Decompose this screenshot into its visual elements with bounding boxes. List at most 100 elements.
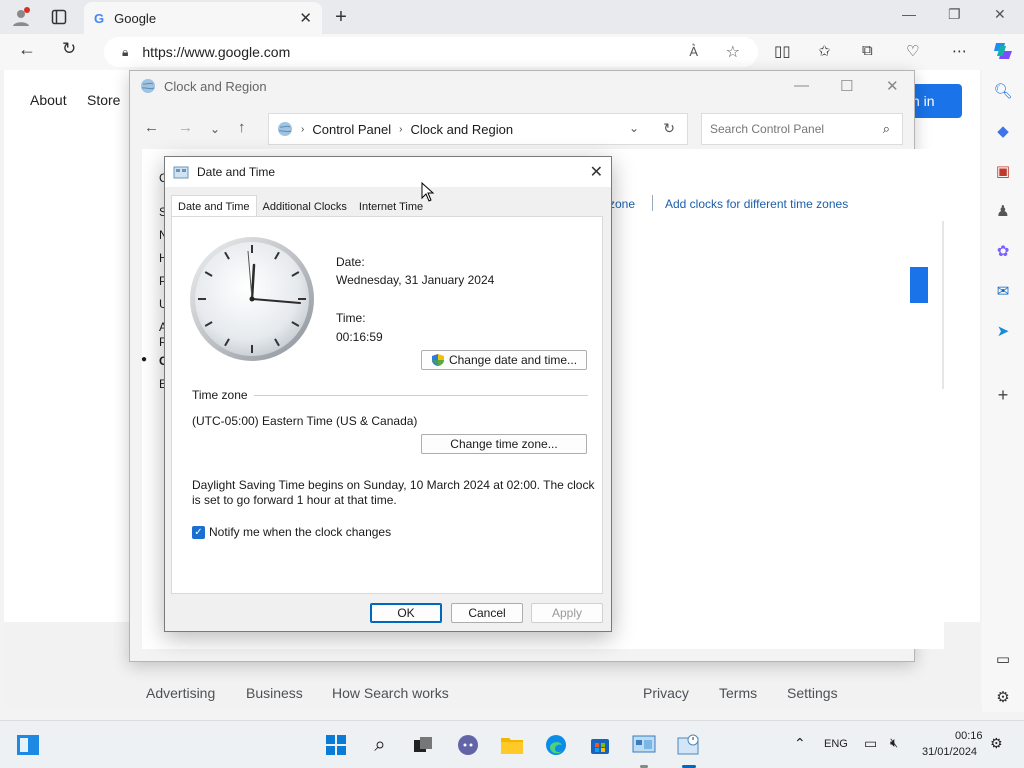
- cp-close-icon[interactable]: ✕: [886, 77, 899, 95]
- date-time-app-icon: [173, 166, 189, 179]
- dialog-close-icon[interactable]: ✕: [590, 162, 603, 182]
- tab-title: Google: [114, 10, 157, 26]
- notification-icon[interactable]: ⚙︎: [990, 735, 1003, 752]
- read-aloud-icon[interactable]: A͛: [689, 44, 698, 59]
- cp-minimize-icon[interactable]: —: [794, 77, 809, 94]
- tab-google[interactable]: G Google ✕: [84, 2, 322, 34]
- outlook-icon[interactable]: ✉: [992, 280, 1014, 302]
- address-bar[interactable]: 🔒︎ https://www.google.com A͛ ☆: [104, 37, 758, 67]
- cancel-button[interactable]: Cancel: [451, 603, 523, 623]
- breadcrumb-control-panel[interactable]: Control Panel: [312, 122, 391, 137]
- split-screen-icon[interactable]: ▯▯: [774, 42, 791, 60]
- cp-refresh-icon[interactable]: ↻: [663, 120, 675, 137]
- dialog-titlebar: Date and Time: [165, 157, 611, 187]
- sidebar-settings-gear-icon[interactable]: ⚙: [992, 686, 1014, 708]
- tab-actions-icon[interactable]: [48, 6, 70, 28]
- add-sidebar-app-icon[interactable]: +: [992, 384, 1014, 406]
- copilot-icon[interactable]: [992, 40, 1014, 66]
- start-windows-icon[interactable]: [324, 733, 348, 757]
- games-icon[interactable]: ♟: [992, 200, 1014, 222]
- file-explorer-icon[interactable]: [500, 733, 524, 757]
- sign-in-label: n in: [912, 93, 935, 109]
- breadcrumb-separator-icon: ›: [301, 123, 305, 135]
- microsoft-store-icon[interactable]: [588, 733, 612, 757]
- notify-label: Notify me when the clock changes: [209, 525, 392, 539]
- footer-privacy-link[interactable]: Privacy: [643, 685, 689, 701]
- favorites-icon[interactable]: ✩: [818, 42, 831, 60]
- tab-date-and-time[interactable]: Date and Time: [171, 195, 257, 217]
- cp-recent-chevron-icon[interactable]: ⌄: [210, 122, 220, 136]
- notify-checkbox[interactable]: ✓: [192, 526, 205, 539]
- profile-avatar-icon[interactable]: [10, 6, 32, 28]
- cp-search-icon[interactable]: ⌕: [883, 121, 890, 137]
- ok-button[interactable]: OK: [370, 603, 442, 623]
- date-time-taskbar-icon[interactable]: [676, 733, 700, 757]
- address-dropdown-icon[interactable]: ⌄: [629, 121, 639, 135]
- minimize-icon[interactable]: —: [902, 6, 916, 22]
- nav-about-link[interactable]: About: [30, 92, 67, 108]
- close-window-icon[interactable]: ✕: [994, 6, 1006, 23]
- footer-terms-link[interactable]: Terms: [719, 685, 757, 701]
- taskbar-clock-date[interactable]: 31/01/2024: [922, 746, 977, 758]
- cp-search-input[interactable]: Search Control Panel ⌕: [701, 113, 903, 145]
- footer-advertising-link[interactable]: Advertising: [146, 685, 215, 701]
- cp-link-timezone-partial[interactable]: zone: [609, 197, 635, 211]
- cp-forward-icon[interactable]: →: [178, 119, 193, 136]
- cp-link-add-clocks[interactable]: Add clocks for different time zones: [665, 197, 848, 211]
- back-arrow-icon[interactable]: ←: [18, 39, 36, 60]
- breadcrumb-clock-region[interactable]: Clock and Region: [410, 122, 513, 137]
- microsoft-365-icon[interactable]: ✿: [992, 240, 1014, 262]
- change-date-time-label: Change date and time...: [448, 353, 578, 367]
- sidebar-toggle-icon[interactable]: ▭: [992, 648, 1014, 670]
- edge-sidebar: 🔍︎ ◆ ▣ ♟ ✿ ✉ ➤ + ▭ ⚙: [982, 70, 1024, 712]
- browser-toolbar: ← ↻ 🔒︎ https://www.google.com A͛ ☆ ▯▯ ✩ …: [0, 34, 1024, 70]
- drop-send-icon[interactable]: ➤: [992, 320, 1014, 342]
- sign-in-button[interactable]: n in: [910, 84, 962, 118]
- change-time-zone-button[interactable]: Change time zone...: [421, 434, 587, 454]
- control-panel-titlebar: Clock and Region: [140, 78, 267, 94]
- tab-internet-time[interactable]: Internet Time: [353, 197, 429, 217]
- language-indicator[interactable]: ENG: [824, 738, 848, 750]
- change-date-time-button[interactable]: Change date and time...: [421, 350, 587, 370]
- collections-icon[interactable]: ⧉: [862, 42, 873, 59]
- cp-address-bar[interactable]: › Control Panel › Clock and Region ⌄ ↻: [268, 113, 688, 145]
- breadcrumb-separator-icon: ›: [399, 123, 403, 135]
- close-tab-icon[interactable]: ✕: [299, 9, 312, 27]
- search-icon[interactable]: 🔍︎: [992, 80, 1014, 102]
- widgets-icon[interactable]: [16, 733, 40, 757]
- tools-briefcase-icon[interactable]: ▣: [992, 160, 1014, 182]
- mouse-cursor-icon: [421, 182, 435, 202]
- current-item-bullet-icon: ●: [141, 354, 148, 365]
- new-tab-icon[interactable]: +: [330, 6, 352, 28]
- refresh-icon[interactable]: ↻: [62, 39, 76, 59]
- cp-up-icon[interactable]: ↑: [238, 119, 246, 136]
- dst-text-line2: is set to go forward 1 hour at that time…: [192, 493, 397, 507]
- performance-icon[interactable]: ♡: [906, 42, 919, 60]
- taskbar-search-icon[interactable]: ⌕: [368, 733, 392, 757]
- footer-business-link[interactable]: Business: [246, 685, 303, 701]
- volume-muted-icon[interactable]: 🔇︎: [890, 735, 898, 751]
- nav-store-link[interactable]: Store: [87, 92, 120, 108]
- tab-additional-clocks[interactable]: Additional Clocks: [257, 197, 353, 217]
- shopping-tag-icon[interactable]: ◆: [992, 120, 1014, 142]
- teams-chat-icon[interactable]: [456, 733, 480, 757]
- more-menu-icon[interactable]: ⋯: [952, 42, 967, 60]
- footer-how-search-works-link[interactable]: How Search works: [332, 685, 449, 701]
- cp-back-icon[interactable]: ←: [144, 119, 159, 136]
- checkmark-icon: ✓: [194, 527, 203, 538]
- task-view-icon[interactable]: [411, 733, 435, 757]
- taskbar-clock-time[interactable]: 00:16: [955, 730, 983, 742]
- network-icon[interactable]: ▭: [864, 735, 877, 752]
- control-panel-taskbar-icon[interactable]: [632, 733, 656, 757]
- link-divider: [652, 195, 653, 211]
- favorite-star-icon[interactable]: ☆: [726, 42, 740, 62]
- footer-settings-link[interactable]: Settings: [787, 685, 838, 701]
- show-hidden-icons-chevron-icon[interactable]: ⌃: [794, 735, 806, 752]
- date-value: Wednesday, 31 January 2024: [336, 273, 495, 287]
- date-label: Date:: [336, 255, 365, 269]
- cp-search-placeholder: Search Control Panel: [710, 122, 825, 136]
- cp-maximize-icon[interactable]: ☐: [840, 77, 853, 95]
- apply-button[interactable]: Apply: [531, 603, 603, 623]
- restore-icon[interactable]: ❐: [948, 6, 961, 23]
- edge-browser-icon[interactable]: [544, 733, 568, 757]
